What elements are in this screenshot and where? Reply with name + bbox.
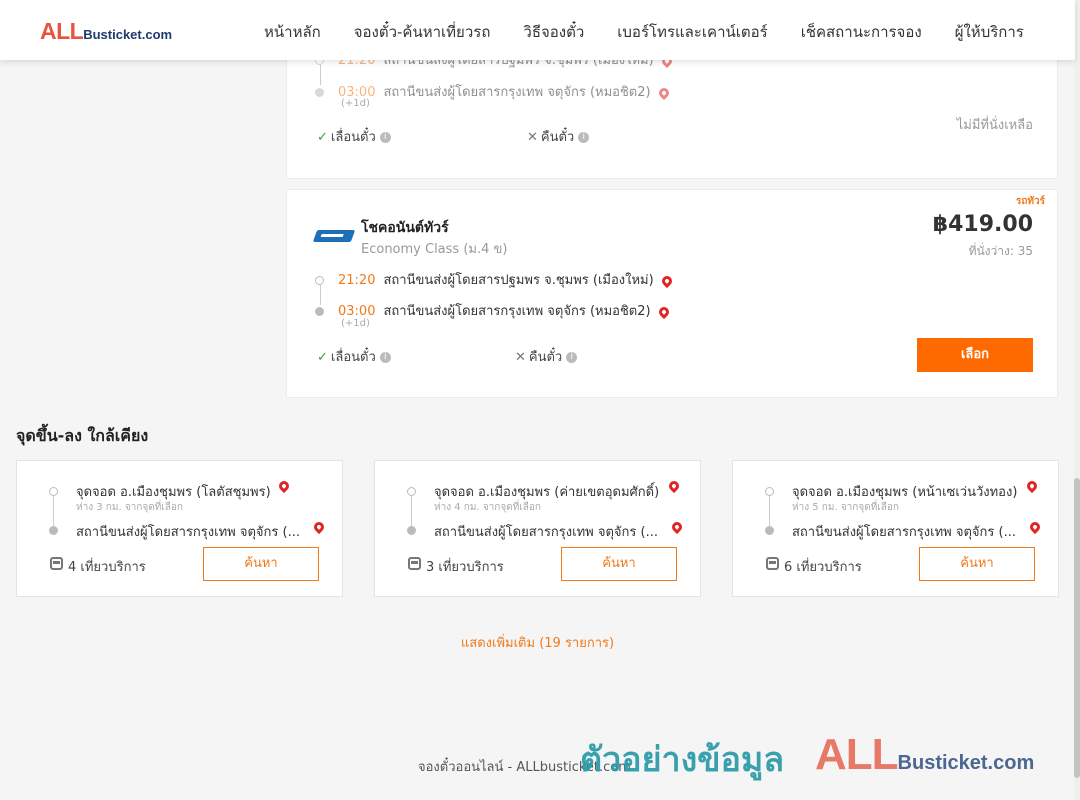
info-icon[interactable]: i (379, 352, 391, 363)
bus-icon (50, 557, 63, 570)
bus-type-badge: รถทัวร์ (1015, 196, 1045, 207)
ticket-price: ฿419.00 (932, 212, 1033, 237)
nav-book-search[interactable]: จองตั๋ว-ค้นหาเที่ยวรถ (354, 20, 491, 44)
nav-operators[interactable]: ผู้ให้บริการ (955, 20, 1024, 44)
info-icon[interactable]: i (578, 132, 590, 143)
map-pin-icon[interactable] (1024, 478, 1040, 494)
nav-contact-counters[interactable]: เบอร์โทรและเคาน์เตอร์ (617, 20, 767, 44)
nearby-trip-count: 3 เที่ยวบริการ (426, 560, 504, 575)
nearby-from: จุดจอด อ.เมืองชุมพร (หน้าเซเว่นวังทอง) (792, 485, 1018, 500)
map-pin-icon[interactable] (669, 519, 685, 535)
cross-icon: ✕ (515, 350, 526, 365)
nearby-distance: ห่าง 3 กม. จากจุดที่เลือก (76, 502, 183, 513)
nav-how-to-book[interactable]: วิธีจองตั๋ว (523, 20, 584, 44)
reschedule-feature: ✓ เลื่อนตั๋ว i (317, 346, 391, 367)
nav-home[interactable]: หน้าหลัก (264, 20, 321, 44)
nearby-card: จุดจอด อ.เมืองชุมพร (โลตัสชุมพร) ห่าง 3 … (16, 460, 343, 597)
departure-dot-icon (315, 276, 324, 285)
nearby-distance: ห่าง 5 กม. จากจุดที่เลือก (792, 502, 899, 513)
nearby-card: จุดจอด อ.เมืองชุมพร (ค่ายเขตอุดมศักดิ์) … (374, 460, 701, 597)
route-line (411, 496, 412, 526)
site-header: ALLBusticket.com หน้าหลัก จองตั๋ว-ค้นหาเ… (0, 0, 1075, 60)
check-icon: ✓ (317, 130, 328, 145)
refund-feature: ✕ คืนตั๋ว i (515, 346, 578, 367)
scrollbar-thumb[interactable] (1074, 478, 1080, 778)
map-pin-icon[interactable] (276, 478, 292, 494)
info-icon[interactable]: i (566, 352, 578, 363)
nearby-search-button[interactable]: ค้นหา (919, 547, 1035, 581)
bus-icon (408, 557, 421, 570)
map-pin-icon[interactable] (656, 304, 671, 319)
bus-icon (766, 557, 779, 570)
nearby-to: สถานีขนส่งผู้โดยสารกรุงเทพ จตุจักร (... (434, 525, 658, 540)
reschedule-feature: ✓ เลื่อนตั๋ว i (317, 126, 391, 147)
nav-check-booking[interactable]: เช็คสถานะการจอง (801, 20, 922, 44)
arrival-dot-icon (765, 526, 774, 535)
trip-card-sold-out: 21:20 สถานีขนส่งผู้โดยสารปฐมพร จ.ชุมพร (เ… (286, 40, 1058, 179)
show-more-link: แสดงเพิ่มเติม (19 รายการ) (460, 636, 615, 651)
nearby-from: จุดจอด อ.เมืองชุมพร (โลตัสชุมพร) (76, 485, 271, 500)
departure-stop: 21:20 สถานีขนส่งผู้โดยสารปฐมพร จ.ชุมพร (เ… (315, 269, 674, 290)
trip-card: รถทัวร์ โชคอนันต์ทัวร์ Economy Class (ม.… (286, 189, 1058, 398)
nearby-section-title: จุดขึ้น-ลง ใกล้เคียง (16, 426, 149, 445)
arrival-dot-icon (315, 307, 324, 316)
map-pin-icon[interactable] (1027, 519, 1043, 535)
next-day-label: (+1d) (341, 318, 370, 329)
map-pin-icon[interactable] (659, 273, 674, 288)
check-icon: ✓ (317, 350, 328, 365)
select-trip-button[interactable]: เลือก (917, 338, 1033, 372)
bus-class: Economy Class (ม.4 ข) (361, 242, 508, 257)
arrival-dot-icon (49, 526, 58, 535)
departure-dot-icon (407, 487, 416, 496)
departure-dot-icon (49, 487, 58, 496)
seats-available: ที่นั่งว่าง: 35 (968, 244, 1033, 258)
nearby-to: สถานีขนส่งผู้โดยสารกรุงเทพ จตุจักร (... (76, 525, 300, 540)
cross-icon: ✕ (527, 130, 538, 145)
arrival-dot-icon (315, 88, 324, 97)
watermark-logo: ALLBusticket.com (815, 730, 1035, 779)
operator-name: โชคอนันต์ทัวร์ (361, 220, 449, 236)
nearby-from: จุดจอด อ.เมืองชุมพร (ค่ายเขตอุดมศักดิ์) (434, 485, 660, 500)
map-pin-icon[interactable] (311, 519, 327, 535)
departure-dot-icon (765, 487, 774, 496)
nearby-search-button[interactable]: ค้นหา (561, 547, 677, 581)
nearby-card: จุดจอด อ.เมืองชุมพร (หน้าเซเว่นวังทอง) ห… (732, 460, 1059, 597)
info-icon[interactable]: i (379, 132, 391, 143)
nearby-trip-count: 4 เที่ยวบริการ (68, 560, 146, 575)
sold-out-status: ไม่มีที่นั่งเหลือ (956, 118, 1033, 133)
map-pin-icon[interactable] (656, 85, 671, 100)
nearby-trip-count: 6 เที่ยวบริการ (784, 560, 862, 575)
operator-logo (312, 230, 356, 242)
nearby-distance: ห่าง 4 กม. จากจุดที่เลือก (434, 502, 541, 513)
main-nav: หน้าหลัก จองตั๋ว-ค้นหาเที่ยวรถ วิธีจองตั… (264, 20, 1057, 44)
watermark-text: ตัวอย่างข้อมูล (580, 740, 785, 780)
refund-feature: ✕ คืนตั๋ว i (527, 126, 590, 147)
next-day-label: (+1d) (341, 98, 370, 109)
map-pin-icon[interactable] (666, 478, 682, 494)
nearby-search-button[interactable]: ค้นหา (203, 547, 319, 581)
nearby-to: สถานีขนส่งผู้โดยสารกรุงเทพ จตุจักร (... (792, 525, 1016, 540)
site-logo[interactable]: ALLBusticket.com (40, 18, 172, 45)
route-line (53, 496, 54, 526)
route-line (769, 496, 770, 526)
arrival-dot-icon (407, 526, 416, 535)
